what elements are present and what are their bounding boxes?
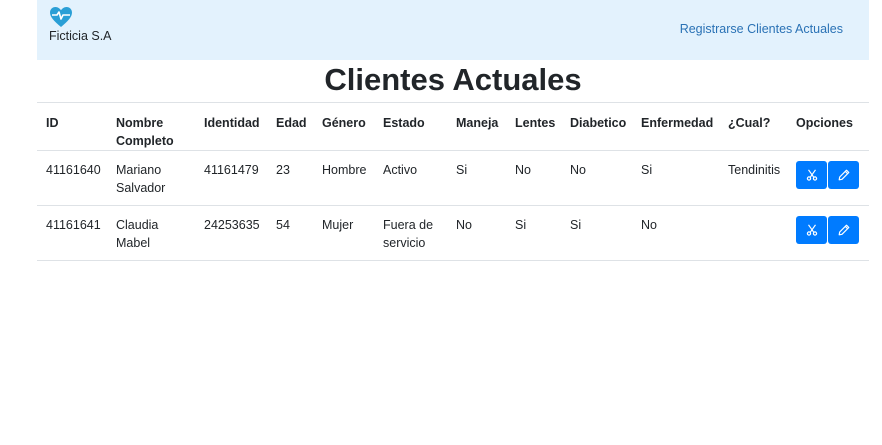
cell-cual (719, 206, 787, 261)
cell-enfermedad: Si (641, 163, 653, 177)
nav-link-registrarse[interactable]: Registrarse (680, 22, 744, 36)
cut-button[interactable] (796, 161, 827, 189)
header-lentes: Lentes (515, 116, 556, 130)
table-header-row: ID Nombre Completo Identidad Edad Género… (37, 102, 869, 151)
cell-nombre: Claudia Mabel (116, 218, 159, 250)
page: Ficticia S.A Registrarse Clientes Actual… (0, 0, 882, 445)
cell-opciones (787, 206, 869, 261)
navbar: Ficticia S.A Registrarse Clientes Actual… (37, 0, 869, 60)
table-row: 41161640 Mariano Salvador 41161479 23 Ho… (37, 151, 869, 206)
pencil-icon (838, 169, 850, 181)
cell-id: 41161640 (46, 163, 101, 177)
cell-opciones (787, 151, 869, 206)
header-id: ID (46, 116, 59, 130)
nav-link-clientes-actuales[interactable]: Clientes Actuales (747, 22, 843, 36)
nav-links: Registrarse Clientes Actuales (680, 22, 843, 36)
header-maneja: Maneja (456, 116, 499, 130)
header-cual: ¿Cual? (728, 116, 771, 130)
cell-enfermedad: No (641, 218, 657, 232)
header-estado: Estado (383, 116, 425, 130)
header-diabetico: Diabetico (570, 116, 627, 130)
cell-edad: 54 (276, 218, 290, 232)
brand-name: Ficticia S.A (49, 29, 112, 43)
cell-cual: Tendinitis (728, 163, 781, 177)
clients-table: ID Nombre Completo Identidad Edad Género… (37, 102, 869, 261)
cell-estado: Activo (383, 163, 418, 177)
header-opciones: Opciones (796, 116, 853, 130)
heart-pulse-icon (50, 7, 72, 27)
brand[interactable]: Ficticia S.A (49, 6, 129, 43)
cell-maneja: Si (456, 163, 468, 177)
header-nombre: Nombre Completo (116, 116, 174, 148)
cell-estado: Fuera de servicio (383, 218, 434, 250)
cell-maneja: No (456, 218, 472, 232)
cell-genero: Hombre (322, 163, 367, 177)
cell-id: 41161641 (46, 218, 101, 232)
cell-diabetico: No (570, 163, 586, 177)
table-row: 41161641 Claudia Mabel 24253635 54 Mujer… (37, 206, 869, 261)
scissors-icon (806, 224, 818, 236)
header-genero: Género (322, 116, 366, 130)
cell-diabetico: Si (570, 218, 582, 232)
cut-button[interactable] (796, 216, 827, 244)
cell-identidad: 24253635 (204, 218, 260, 232)
page-title: Clientes Actuales (324, 62, 582, 97)
cell-nombre: Mariano Salvador (116, 163, 166, 195)
cell-identidad: 41161479 (204, 163, 259, 177)
header-edad: Edad (276, 116, 307, 130)
edit-button[interactable] (828, 161, 859, 189)
header-identidad: Identidad (204, 116, 260, 130)
header-enfermedad: Enfermedad (641, 116, 714, 130)
cell-edad: 23 (276, 163, 290, 177)
main-container: Ficticia S.A Registrarse Clientes Actual… (37, 0, 869, 261)
scissors-icon (806, 169, 818, 181)
edit-button[interactable] (828, 216, 859, 244)
pencil-icon (838, 224, 850, 236)
cell-lentes: Si (515, 218, 527, 232)
cell-genero: Mujer (322, 218, 354, 232)
cell-lentes: No (515, 163, 531, 177)
